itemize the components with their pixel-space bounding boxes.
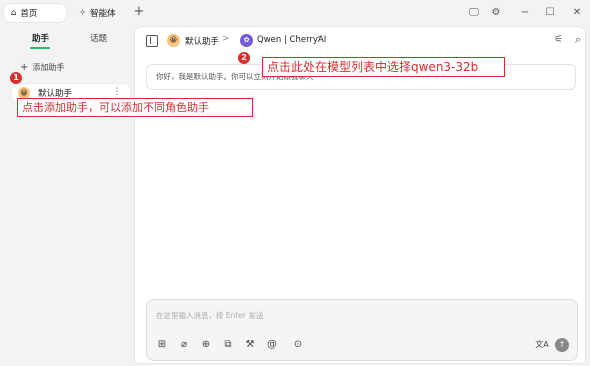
- settings-sliders-icon[interactable]: ⚟: [554, 34, 563, 45]
- tab-assistants[interactable]: 助手: [32, 32, 49, 44]
- translate-icon[interactable]: 文A: [535, 338, 549, 352]
- tab-home-label: 首页: [20, 9, 38, 19]
- close-button[interactable]: ✕: [569, 5, 585, 21]
- monitor-icon[interactable]: 🖵: [466, 5, 482, 21]
- search-icon[interactable]: ⌕: [575, 33, 581, 47]
- knowledge-icon[interactable]: ⧉: [221, 338, 235, 352]
- assistant-name[interactable]: 默认助手: [185, 35, 219, 47]
- minimize-button[interactable]: −: [517, 5, 533, 21]
- title-bar: ⌂ 首页 ✧ 智能体 + 🖵 ⚙ − ☐ ✕: [0, 0, 590, 26]
- model-provider-icon[interactable]: ✿: [240, 34, 253, 47]
- tab-agents[interactable]: ✧ 智能体: [72, 4, 128, 22]
- maximize-button[interactable]: ☐: [542, 5, 558, 21]
- new-tab-button[interactable]: +: [132, 3, 146, 21]
- sparkle-icon: ✧: [79, 8, 87, 18]
- new-topic-icon[interactable]: ⊞: [155, 338, 169, 352]
- tab-topics[interactable]: 话题: [90, 32, 107, 44]
- attachment-icon[interactable]: ⌀: [177, 338, 191, 352]
- breadcrumb-separator: >: [222, 34, 230, 44]
- message-input[interactable]: 在这里输入消息，按 Enter 发送: [156, 310, 263, 321]
- tools-icon[interactable]: ⚒: [243, 338, 257, 352]
- message-composer: 在这里输入消息，按 Enter 发送 ⊞ ⌀ ⊕ ⧉ ⚒ @ ⊙ 文A ↑: [146, 299, 578, 361]
- sidebar-tabs: 助手 话题: [0, 26, 134, 52]
- annotation-step-1: 点击添加助手，可以添加不同角色助手: [17, 98, 253, 117]
- annotation-step-2: 点击此处在模型列表中选择qwen3-32b: [262, 57, 505, 77]
- annotation-step-1-badge: 1: [10, 72, 22, 84]
- chevron-updown-icon[interactable]: ⌃: [316, 35, 323, 44]
- active-tab-indicator: [30, 47, 50, 49]
- send-button[interactable]: ↑: [555, 338, 569, 352]
- globe-icon[interactable]: ⊕: [199, 338, 213, 352]
- home-icon: ⌂: [11, 8, 17, 18]
- chat-header: 😀 默认助手 > ✿ Qwen | CherryAI ⌃ ⚟ ⌕: [135, 27, 587, 57]
- tab-home[interactable]: ⌂ 首页: [4, 4, 66, 22]
- tab-agents-label: 智能体: [90, 9, 116, 19]
- add-assistant-label: 添加助手: [32, 63, 65, 72]
- annotation-step-2-badge: 2: [238, 52, 250, 64]
- assistant-avatar: 😀: [167, 34, 180, 47]
- plus-icon: +: [20, 62, 29, 73]
- add-assistant-button[interactable]: + 添加助手: [20, 62, 64, 73]
- sidebar-toggle-icon[interactable]: [146, 35, 158, 47]
- expand-icon[interactable]: ⊙: [291, 338, 305, 352]
- settings-icon[interactable]: ⚙: [488, 5, 504, 21]
- mention-icon[interactable]: @: [265, 338, 279, 352]
